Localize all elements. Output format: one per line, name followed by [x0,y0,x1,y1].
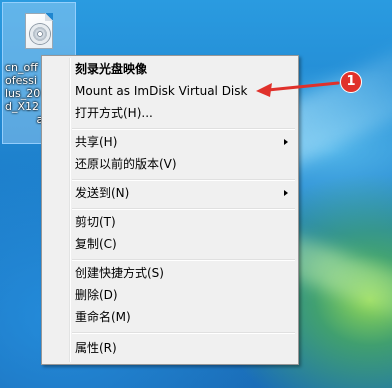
menu-item-share-label: 共享(H) [75,135,118,149]
menu-item-properties[interactable]: 属性(R) [44,337,296,359]
submenu-arrow-icon [284,190,288,196]
annotation-step-badge: 1 [340,71,362,93]
menu-separator [72,128,295,130]
submenu-arrow-icon [284,139,288,145]
menu-item-burn-disc-image[interactable]: 刻录光盘映像 [44,58,296,80]
menu-item-mount-imdisk[interactable]: Mount as ImDisk Virtual Disk [44,80,296,102]
menu-item-share[interactable]: 共享(H) [44,131,296,153]
context-menu: 刻录光盘映像 Mount as ImDisk Virtual Disk 打开方式… [41,55,299,365]
menu-separator [72,332,295,334]
menu-item-copy[interactable]: 复制(C) [44,233,296,255]
menu-separator [72,208,295,210]
menu-item-rename[interactable]: 重命名(M) [44,306,296,328]
menu-item-create-shortcut[interactable]: 创建快捷方式(S) [44,262,296,284]
menu-item-restore-previous-versions[interactable]: 还原以前的版本(V) [44,153,296,175]
menu-item-open-with[interactable]: 打开方式(H)... [44,102,296,124]
menu-item-delete[interactable]: 删除(D) [44,284,296,306]
disc-image-file-icon [25,13,53,49]
menu-item-cut[interactable]: 剪切(T) [44,211,296,233]
menu-separator [72,179,295,181]
disc-icon [30,24,50,44]
menu-separator [72,259,295,261]
menu-item-send-to[interactable]: 发送到(N) [44,182,296,204]
menu-item-send-to-label: 发送到(N) [75,186,130,200]
